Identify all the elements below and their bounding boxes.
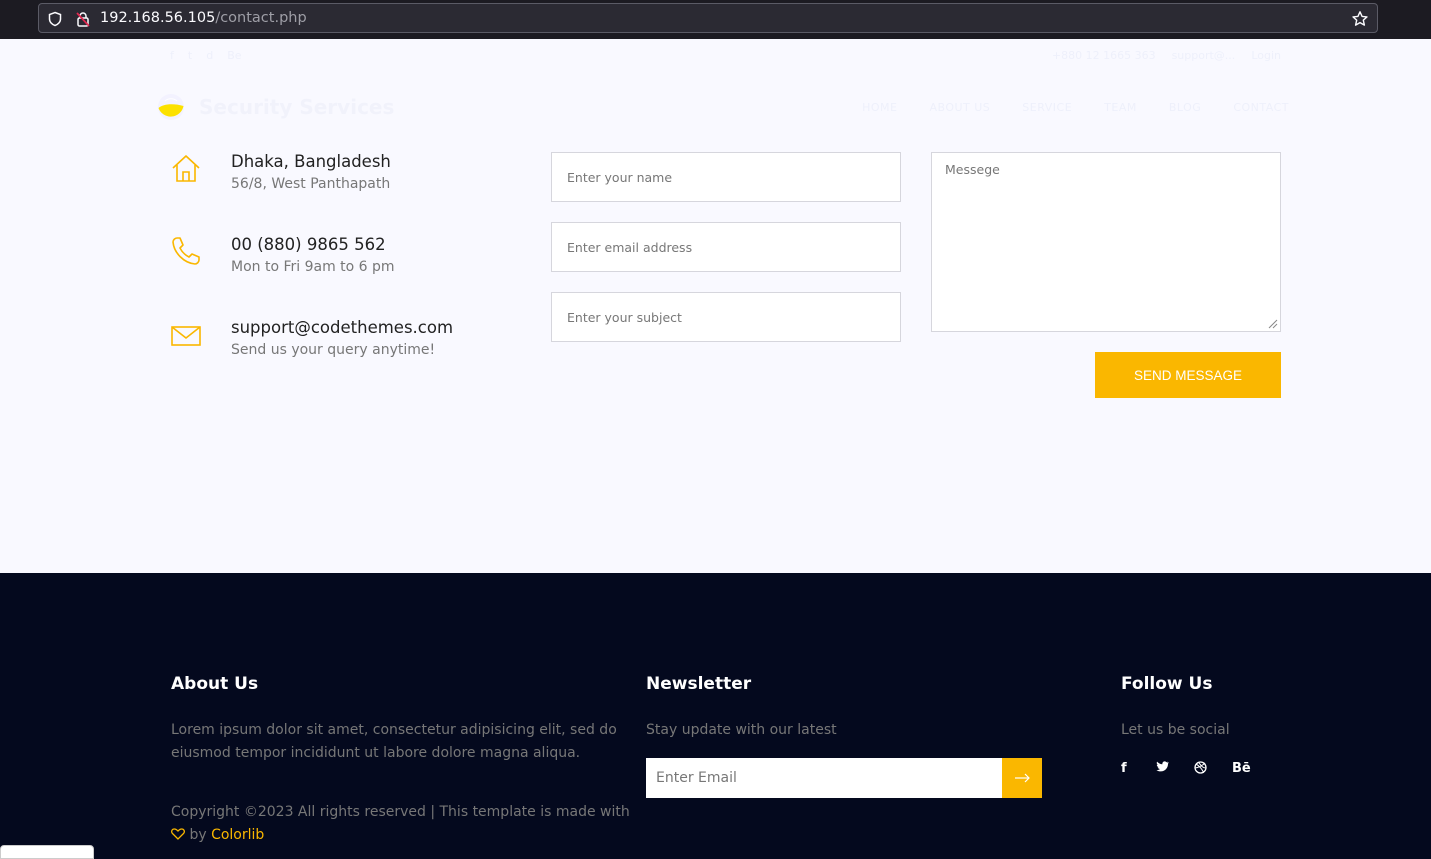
facebook-icon[interactable]: f [1121, 761, 1156, 778]
footer-social-links: f Bē [1121, 761, 1251, 778]
about-text-line-1: Lorem ipsum dolor sit amet, consectetur … [171, 722, 617, 738]
email-input[interactable]: Enter email address [551, 222, 901, 272]
about-heading: About Us [171, 674, 259, 694]
nav-contact[interactable]: CONTACT [1233, 101, 1289, 114]
home-icon [172, 155, 200, 182]
header-dribbble-link[interactable]: d [206, 49, 213, 62]
footer: About Us Lorem ipsum dolor sit amet, con… [0, 573, 1431, 859]
contact-info-phone: 00 (880) 9865 562 Mon to Fri 9am to 6 pm [170, 235, 395, 275]
follow-text: Let us be social [1121, 722, 1230, 738]
dribbble-icon[interactable] [1194, 761, 1232, 778]
newsletter-heading: Newsletter [646, 674, 752, 694]
address-title: Dhaka, Bangladesh [231, 152, 391, 171]
follow-heading: Follow Us [1121, 674, 1213, 694]
site-logo[interactable]: Security Services [157, 93, 394, 121]
main-nav: HOME ABOUT US SERVICE TEAM BLOG CONTACT [862, 101, 1289, 114]
heart-icon [171, 828, 185, 840]
header-facebook-link[interactable]: f [170, 49, 174, 62]
twitter-icon[interactable] [1156, 761, 1194, 778]
header-login[interactable]: Login [1251, 49, 1281, 62]
phone-title: 00 (880) 9865 562 [231, 235, 386, 254]
logo-icon [158, 94, 184, 120]
header-twitter-link[interactable]: t [188, 49, 192, 62]
nav-team[interactable]: TEAM [1104, 101, 1137, 114]
url-path: /contact.php [215, 10, 307, 26]
copyright-line-2: by Colorlib [171, 824, 630, 847]
copyright: Copyright ©2023 All rights reserved | Th… [171, 801, 630, 847]
newsletter-submit-button[interactable] [1002, 758, 1042, 798]
phone-icon [172, 237, 200, 265]
nav-home[interactable]: HOME [862, 101, 897, 114]
shield-icon[interactable] [47, 11, 63, 27]
subject-input[interactable]: Enter your subject [551, 292, 901, 342]
bookmark-star-icon[interactable] [1351, 10, 1369, 28]
newsletter-text: Stay update with our latest [646, 722, 837, 738]
resize-handle-icon[interactable] [1268, 319, 1278, 329]
message-placeholder: Messege [945, 162, 1000, 177]
brand-name: Security Services [199, 95, 395, 119]
nav-blog[interactable]: BLOG [1169, 101, 1201, 114]
contact-info-address: Dhaka, Bangladesh 56/8, West Panthapath [170, 152, 391, 192]
phone-sub: Mon to Fri 9am to 6 pm [231, 259, 395, 275]
email-sub: Send us your query anytime! [231, 342, 436, 358]
about-text: Lorem ipsum dolor sit amet, consectetur … [171, 719, 617, 765]
header-email[interactable]: support@... [1172, 49, 1236, 62]
newsletter-email-input[interactable]: Enter Email [646, 758, 1002, 798]
send-message-button[interactable]: SEND MESSAGE [1095, 352, 1281, 398]
about-text-line-2: eiusmod tempor incididunt ut labore dolo… [171, 745, 581, 761]
colorlib-link[interactable]: Colorlib [211, 827, 264, 843]
nav-service[interactable]: SERVICE [1022, 101, 1072, 114]
header-contact-links: +880 12 1665 363 support@... Login [1052, 49, 1281, 62]
corner-widget[interactable] [0, 845, 94, 859]
url-text[interactable]: 192.168.56.105/contact.php [100, 10, 307, 26]
header-phone[interactable]: +880 12 1665 363 [1052, 49, 1156, 62]
behance-icon[interactable]: Bē [1232, 761, 1251, 778]
name-placeholder: Enter your name [567, 170, 673, 185]
address-sub: 56/8, West Panthapath [231, 176, 391, 192]
newsletter-placeholder: Enter Email [656, 770, 737, 786]
header-social-links: f t d Be [170, 49, 242, 62]
contact-info-email: support@codethemes.com Send us your quer… [170, 318, 453, 358]
site-header: f t d Be +880 12 1665 363 support@... Lo… [0, 39, 1431, 149]
nav-about[interactable]: ABOUT US [929, 101, 990, 114]
insecure-lock-icon[interactable] [75, 11, 91, 27]
copyright-by: by [189, 827, 207, 843]
subject-placeholder: Enter your subject [567, 310, 682, 325]
url-host: 192.168.56.105 [100, 10, 216, 26]
email-placeholder: Enter email address [567, 240, 693, 255]
address-bar[interactable]: 192.168.56.105/contact.php [38, 3, 1378, 33]
header-behance-link[interactable]: Be [227, 49, 241, 62]
name-input[interactable]: Enter your name [551, 152, 901, 202]
copyright-line-1: Copyright ©2023 All rights reserved | Th… [171, 804, 630, 820]
browser-toolbar: 192.168.56.105/contact.php [0, 0, 1431, 39]
arrow-right-icon [1015, 773, 1030, 783]
envelope-icon [171, 326, 201, 346]
message-textarea[interactable]: Messege [931, 152, 1281, 332]
email-title: support@codethemes.com [231, 318, 454, 337]
